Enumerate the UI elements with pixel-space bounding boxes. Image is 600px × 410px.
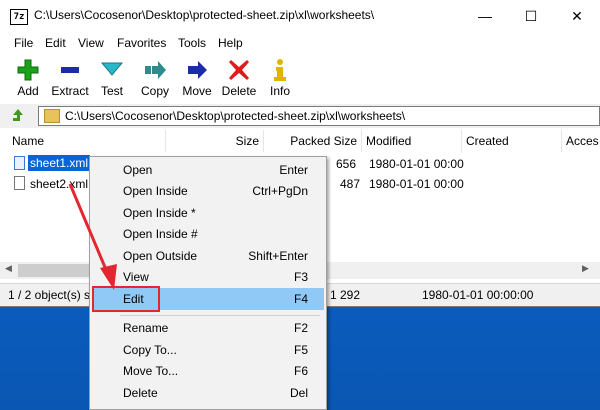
annotation-arrow: [68, 183, 117, 290]
